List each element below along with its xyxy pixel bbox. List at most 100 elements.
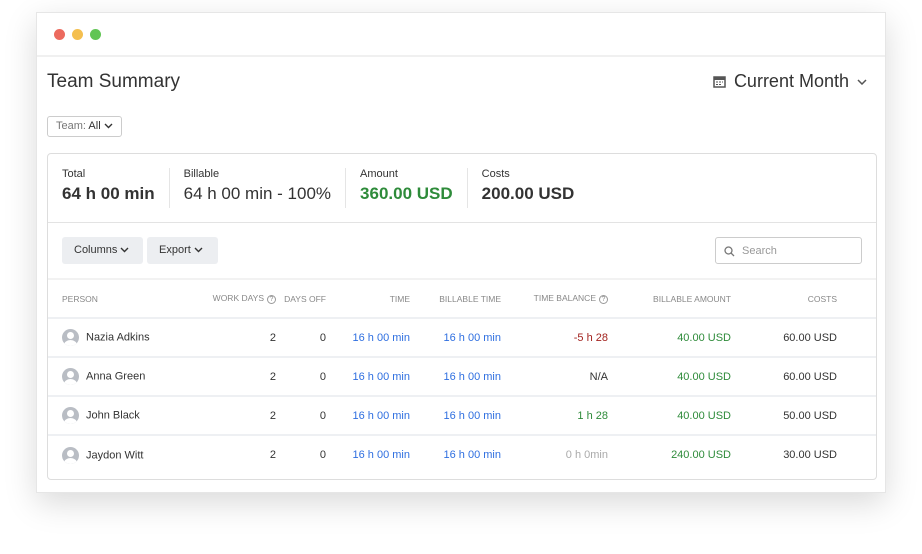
search-input[interactable]: Search	[715, 237, 862, 264]
period-label: Current Month	[733, 71, 849, 91]
cell-text: 60.00 USD	[783, 370, 837, 383]
col-billable-time[interactable]: BILLABLE TIME	[410, 280, 501, 319]
cell-time[interactable]: 16 h 00 min	[326, 318, 410, 358]
col-time-balance[interactable]: TIME BALANCE?	[501, 280, 608, 319]
team-table: PERSON WORK DAYS? DAYS OFF TIME BILLABLE…	[48, 280, 876, 474]
cell-text: 0	[319, 449, 326, 461]
cell-text: 2	[269, 449, 276, 461]
cell-billable-amount: 40.00 USD	[608, 357, 731, 397]
team-filter[interactable]: Team: All	[47, 116, 122, 137]
table-row[interactable]: Anna Green 2 0 16 h 00 min 16 h 00 min N/A 40.…	[48, 357, 876, 397]
columns-button[interactable]: Columns	[62, 237, 143, 264]
cell-text: John Black	[86, 409, 140, 422]
cell-billable-time[interactable]: 16 h 00 min	[410, 435, 501, 474]
cell-work-days: 2	[198, 318, 276, 358]
search-icon	[724, 246, 735, 257]
cell-text: Jaydon Witt	[86, 448, 144, 461]
team-value: All	[88, 120, 101, 132]
cell-text: 16 h 00 min	[352, 409, 410, 422]
app-window: Team Summary Current Month Team: All Tot…	[36, 12, 886, 493]
spacer	[837, 280, 876, 319]
header-label: TIME	[389, 293, 410, 304]
cell-text: 0	[319, 370, 326, 383]
search-placeholder: Search	[742, 245, 777, 257]
period-selector[interactable]: Current Month	[713, 71, 867, 92]
cell-text: 16 h 00 min	[352, 370, 410, 383]
close-window-button[interactable]	[54, 29, 65, 40]
stat-label: Total	[62, 168, 86, 180]
cell-costs: 50.00 USD	[731, 396, 837, 436]
cell-time[interactable]: 16 h 00 min	[326, 435, 410, 474]
stat-billable: Billable 64 h 00 min - 100%	[168, 168, 345, 208]
cell-person: Anna Green	[48, 357, 198, 397]
cell-person: Nazia Adkins	[48, 318, 198, 358]
cell-text: 30.00 USD	[783, 449, 837, 461]
cell-time-balance: -5 h 28	[501, 318, 608, 358]
cell-time-balance: N/A	[501, 357, 608, 397]
calendar-icon	[713, 76, 726, 88]
col-billable-amount[interactable]: BILLABLE AMOUNT	[608, 280, 731, 319]
col-work-days[interactable]: WORK DAYS?	[198, 280, 276, 319]
cell-time[interactable]: 16 h 00 min	[326, 396, 410, 436]
table-row[interactable]: John Black 2 0 16 h 00 min 16 h 00 min 1 h 28…	[48, 396, 876, 436]
cell-billable-time[interactable]: 16 h 00 min	[410, 318, 501, 358]
cell-time[interactable]: 16 h 00 min	[326, 357, 410, 397]
cell-costs: 30.00 USD	[731, 435, 837, 474]
cell-days-off: 0	[276, 357, 326, 397]
summary-card: Total 64 h 00 min Billable 64 h 00 min - 1…	[47, 153, 877, 480]
cell-costs: 60.00 USD	[731, 318, 837, 358]
spacer	[837, 435, 876, 474]
cell-text: 40.00 USD	[677, 409, 731, 422]
cell-billable-amount: 40.00 USD	[608, 318, 731, 358]
col-costs[interactable]: COSTS	[731, 280, 837, 319]
cell-text: 240.00 USD	[671, 449, 731, 461]
maximize-window-button[interactable]	[90, 29, 101, 40]
stat-label: Costs	[481, 168, 510, 180]
avatar	[62, 407, 79, 424]
spacer	[837, 396, 876, 436]
cell-text: 2	[269, 409, 276, 422]
cell-text: 60.00 USD	[783, 331, 837, 344]
export-button[interactable]: Export	[147, 237, 218, 264]
cell-billable-amount: 40.00 USD	[608, 396, 731, 436]
cell-text: 0	[319, 331, 326, 344]
col-person[interactable]: PERSON	[48, 280, 198, 319]
avatar	[62, 368, 79, 385]
cell-text: 16 h 00 min	[443, 449, 501, 461]
minimize-window-button[interactable]	[72, 29, 83, 40]
cell-billable-time[interactable]: 16 h 00 min	[410, 357, 501, 397]
col-time[interactable]: TIME	[326, 280, 410, 319]
table-row[interactable]: Jaydon Witt 2 0 16 h 00 min 16 h 00 min 0 h 0…	[48, 435, 876, 474]
stats-bar: Total 64 h 00 min Billable 64 h 00 min - 1…	[48, 154, 876, 223]
cell-text: 16 h 00 min	[443, 409, 501, 422]
cell-text: 16 h 00 min	[352, 331, 410, 344]
help-icon[interactable]: ?	[599, 295, 608, 304]
cell-text: 16 h 00 min	[443, 370, 501, 383]
stat-total: Total 64 h 00 min	[48, 168, 169, 208]
avatar	[62, 329, 79, 346]
cell-text: Anna Green	[86, 370, 146, 383]
table-row[interactable]: Nazia Adkins 2 0 16 h 00 min 16 h 00 min -5 h…	[48, 318, 876, 358]
help-icon[interactable]: ?	[267, 295, 276, 304]
cell-text: 16 h 00 min	[443, 331, 501, 344]
cell-text: 2	[269, 331, 276, 344]
cell-time-balance: 0 h 0min	[501, 435, 608, 474]
cell-billable-time[interactable]: 16 h 00 min	[410, 396, 501, 436]
chevron-down-icon	[120, 247, 129, 253]
page-title: Team Summary	[47, 71, 181, 92]
cell-text: Nazia Adkins	[86, 331, 150, 344]
cell-days-off: 0	[276, 318, 326, 358]
stat-value: 64 h 00 min - 100%	[183, 184, 332, 203]
cell-person: John Black	[48, 396, 198, 436]
header-label: TIME BALANCE	[533, 293, 596, 303]
cell-text: 16 h 00 min	[352, 449, 410, 461]
cell-text: 50.00 USD	[783, 409, 837, 422]
cell-costs: 60.00 USD	[731, 357, 837, 397]
cell-billable-amount: 240.00 USD	[608, 435, 731, 474]
cell-text: -5 h 28	[573, 331, 608, 344]
cell-work-days: 2	[198, 357, 276, 397]
cell-text: 0 h 0min	[565, 449, 608, 461]
stat-amount: Amount 360.00 USD	[345, 168, 467, 208]
stat-label: Amount	[360, 168, 398, 180]
col-days-off[interactable]: DAYS OFF	[276, 280, 326, 319]
